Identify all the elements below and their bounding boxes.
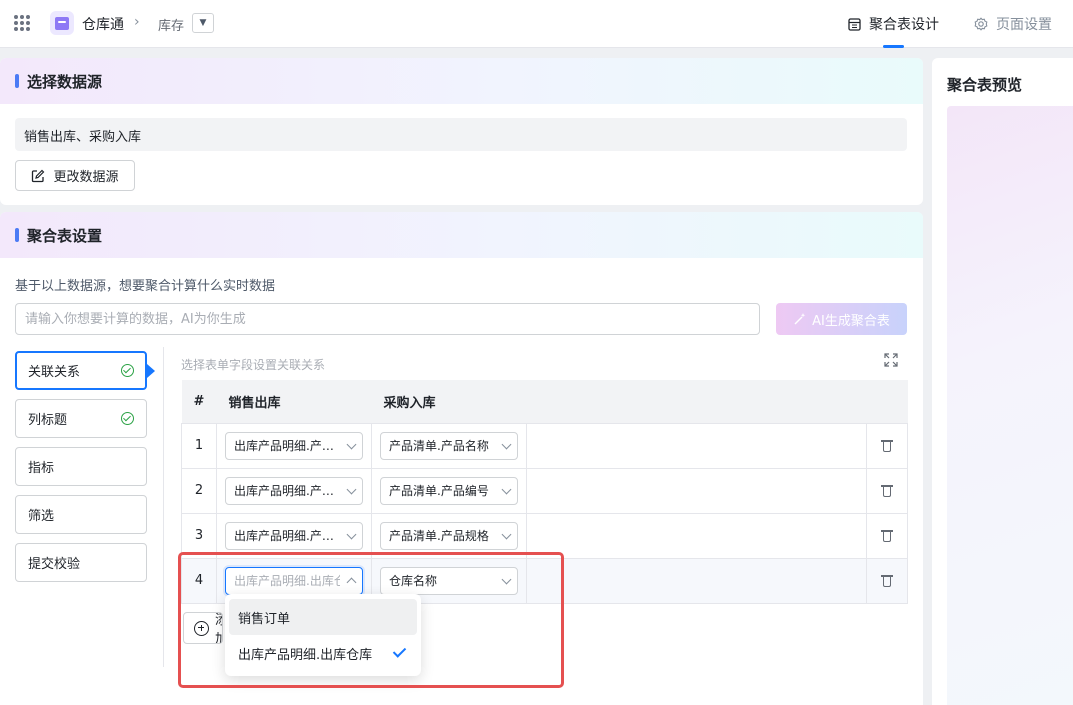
step-label: 指标 <box>28 461 55 476</box>
row-index: 4 <box>181 557 217 604</box>
purchase-field-select[interactable]: 产品清单.产品规格 <box>380 521 518 550</box>
tab-label: 页面设置 <box>996 17 1052 33</box>
step-metrics[interactable]: 指标 <box>15 447 147 486</box>
step-label: 关联关系 <box>28 365 81 380</box>
chevron-down-icon <box>501 484 512 494</box>
question-label: 基于以上数据源，想要聚合计算什么实时数据 <box>15 279 276 294</box>
col-header-purchase-in: 采购入库 <box>371 380 527 423</box>
row-index: 1 <box>181 422 217 469</box>
table-row: 2 出库产品明细.产品编号 产品清单.产品编号 <box>181 467 908 514</box>
check-circle-icon <box>121 412 134 425</box>
change-datasource-label: 更改数据源 <box>53 170 119 185</box>
table-row: 1 出库产品明细.产品名称 产品清单.产品名称 <box>181 422 908 469</box>
tab-page-settings[interactable]: 页面设置 <box>974 14 1052 34</box>
table-header-row: # 销售出库 采购入库 <box>181 380 908 423</box>
preview-area <box>947 106 1073 705</box>
sales-field-search-input[interactable] <box>234 573 340 588</box>
select-value: 产品清单.产品编号 <box>389 484 489 498</box>
ai-generate-button[interactable]: AI生成聚合表 <box>776 303 907 335</box>
table-row: 3 出库产品明细.产品规格 产品清单.产品规格 <box>181 512 908 559</box>
agg-settings-card: 聚合表设置 基于以上数据源，想要聚合计算什么实时数据 AI生成聚合表 关联关系 … <box>0 212 923 705</box>
breadcrumb-current[interactable]: 库存 <box>158 15 184 34</box>
add-relation-button[interactable]: 添加 <box>183 612 223 644</box>
step-filter[interactable]: 筛选 <box>15 495 147 534</box>
row-index: 3 <box>181 512 217 559</box>
purchase-field-select[interactable]: 产品清单.产品编号 <box>380 476 518 505</box>
magic-wand-icon <box>794 313 806 325</box>
purchase-field-select[interactable]: 仓库名称 <box>380 566 518 595</box>
checkmark-icon <box>392 644 407 658</box>
add-relation-label: 添加 <box>215 613 222 643</box>
dropdown-option[interactable]: 销售订单 <box>229 599 417 635</box>
select-value: 出库产品明细.产品名称 <box>234 439 340 453</box>
chevron-down-icon <box>346 529 357 539</box>
step-submit-check[interactable]: 提交校验 <box>15 543 147 582</box>
preview-title: 聚合表预览 <box>947 76 1023 94</box>
step-label: 提交校验 <box>28 557 81 572</box>
step-list: 关联关系 列标题 指标 筛选 提交校验 <box>15 351 155 591</box>
ai-prompt-input[interactable] <box>15 303 760 335</box>
datasource-value: 销售出库、采购入库 <box>15 118 907 151</box>
edit-icon <box>32 169 45 182</box>
app-logo-icon <box>50 11 74 35</box>
chevron-down-icon <box>346 439 357 449</box>
chevron-down-icon <box>501 439 512 449</box>
section-title: 选择数据源 <box>27 72 103 91</box>
sales-field-select-open[interactable] <box>225 566 363 595</box>
step-label: 筛选 <box>28 509 55 524</box>
delete-icon[interactable] <box>881 439 893 452</box>
select-value: 产品清单.产品名称 <box>389 439 489 453</box>
datasource-card: 选择数据源 销售出库、采购入库 更改数据源 <box>0 58 923 205</box>
plus-circle-icon <box>194 620 209 636</box>
delete-icon[interactable] <box>881 484 893 497</box>
ai-generate-label: AI生成聚合表 <box>812 313 890 329</box>
sales-field-select[interactable]: 出库产品明细.产品名称 <box>225 431 363 460</box>
chevron-up-icon <box>346 577 357 587</box>
app-name[interactable]: 仓库通 <box>82 14 124 34</box>
datasource-header: 选择数据源 <box>0 58 923 104</box>
breadcrumb-dropdown-button[interactable]: ▼ <box>192 13 214 33</box>
check-circle-icon <box>121 364 134 377</box>
divider <box>163 347 164 667</box>
field-dropdown-menu: 销售订单 出库产品明细.出库仓库 <box>225 594 421 676</box>
relation-table: # 销售出库 采购入库 1 出库产品明细.产品名称 产品清单.产品名称 2 出库… <box>181 380 908 604</box>
tab-aggregate-design[interactable]: 聚合表设计 <box>848 14 939 34</box>
option-label: 销售订单 <box>238 611 291 627</box>
select-value: 产品清单.产品规格 <box>389 529 489 543</box>
chevron-down-icon <box>501 574 512 584</box>
sales-field-select[interactable]: 出库产品明细.产品规格 <box>225 521 363 550</box>
select-value: 出库产品明细.产品编号 <box>234 484 340 498</box>
section-title: 聚合表设置 <box>27 226 103 245</box>
purchase-field-select[interactable]: 产品清单.产品名称 <box>380 431 518 460</box>
agg-settings-header: 聚合表设置 <box>0 212 923 258</box>
tab-label: 聚合表设计 <box>869 17 939 33</box>
top-bar: 仓库通 › 库存 ▼ 聚合表设计 页面设置 <box>0 0 1073 48</box>
chevron-right-icon: › <box>134 14 140 30</box>
chevron-down-icon <box>346 484 357 494</box>
delete-icon[interactable] <box>881 574 893 587</box>
gear-icon <box>974 17 988 31</box>
expand-icon[interactable] <box>884 353 898 367</box>
step-relations[interactable]: 关联关系 <box>15 351 155 390</box>
dropdown-option-selected[interactable]: 出库产品明细.出库仓库 <box>229 635 417 671</box>
col-header-sales-out: 销售出库 <box>216 380 372 423</box>
relation-hint: 选择表单字段设置关联关系 <box>181 358 326 372</box>
app-grid-icon[interactable] <box>14 15 30 31</box>
sales-field-select[interactable]: 出库产品明细.产品编号 <box>225 476 363 505</box>
step-column-titles[interactable]: 列标题 <box>15 399 147 438</box>
col-header-index: # <box>181 380 217 423</box>
change-datasource-button[interactable]: 更改数据源 <box>15 160 135 191</box>
select-value: 仓库名称 <box>389 574 438 588</box>
table-icon <box>848 17 861 31</box>
delete-icon[interactable] <box>881 529 893 542</box>
row-index: 2 <box>181 467 217 514</box>
preview-card: 聚合表预览 <box>932 58 1073 705</box>
option-label: 出库产品明细.出库仓库 <box>238 647 373 663</box>
select-value: 出库产品明细.产品规格 <box>234 529 340 543</box>
step-label: 列标题 <box>28 413 68 428</box>
chevron-down-icon <box>501 529 512 539</box>
active-tab-indicator <box>883 45 904 48</box>
